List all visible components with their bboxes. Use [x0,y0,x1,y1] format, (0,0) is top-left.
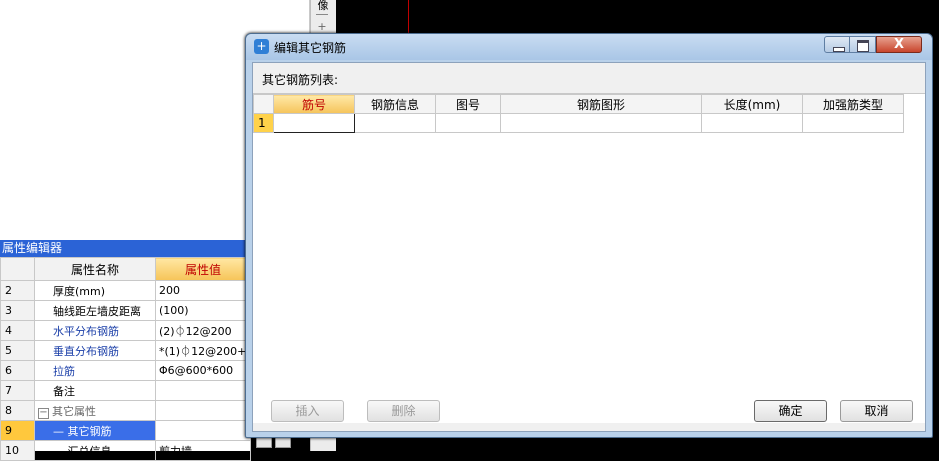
header-corner [0,257,35,281]
side-divider [316,14,328,15]
minimize-button[interactable] [824,36,850,53]
column-header-rebar-shape[interactable]: 钢筋图形 [500,94,702,114]
ok-button[interactable]: 确定 [754,400,827,422]
column-header-bar-number[interactable]: 筋号 [273,94,355,114]
table-row[interactable]: 4 水平分布钢筋 (2)⏀12@200 [0,320,251,341]
cancel-button[interactable]: 取消 [840,400,913,422]
minimize-icon [833,47,845,52]
property-name[interactable]: 轴线距左墙皮距离 [34,300,156,321]
column-header-name[interactable]: 属性名称 [34,257,156,281]
column-header-rebar-info[interactable]: 钢筋信息 [354,94,436,114]
cell-rebar-info[interactable] [354,113,436,133]
property-name[interactable]: 拉筋 [34,360,156,381]
move-handle-icon[interactable]: + [314,20,330,33]
row-number: 1 [253,113,274,133]
row-number: 8 [0,400,35,421]
property-value[interactable]: *(1)⏀12@200+( [155,340,251,361]
dialog-title: 编辑其它钢筋 [274,41,347,55]
edit-other-rebar-dialog: + 编辑其它钢筋 X 其它钢筋列表: 筋号 钢筋信息 图号 钢筋图形 长度(mm… [245,33,933,438]
property-grid[interactable]: 属性名称 属性值 2 厚度(mm) 200 3 轴线距左墙皮距离 (100) 4… [0,257,251,461]
tree-line-icon: — [53,424,68,438]
property-value[interactable] [155,380,251,401]
table-row[interactable]: 6 拉筋 Φ6@600*600 [0,360,251,381]
cell-stiffener-type[interactable] [802,113,904,133]
close-icon: X [893,37,905,52]
group-label: 其它属性 [52,404,96,418]
list-label: 其它钢筋列表: [262,73,339,87]
property-name-text: 汇总信息 [67,444,112,458]
property-name[interactable]: − 其它属性 [34,400,156,421]
table-row[interactable]: 3 轴线距左墙皮距离 (100) [0,300,251,321]
cell-length[interactable] [701,113,803,133]
tree-line-icon: — [53,444,68,458]
column-header-stiffener-type[interactable]: 加强筋类型 [802,94,904,114]
property-value[interactable]: Φ6@600*600 [155,360,251,381]
header-corner [253,94,274,114]
insert-button[interactable]: 插入 [271,400,344,422]
property-value[interactable] [155,420,251,441]
table-row-selected[interactable]: 9 — 其它钢筋 [0,420,251,441]
table-row[interactable]: 5 垂直分布钢筋 *(1)⏀12@200+( [0,340,251,361]
row-number: 4 [0,320,35,341]
row-number: 9 [0,420,35,441]
cell-rebar-shape[interactable] [500,113,702,133]
dialog-body: 其它钢筋列表: 筋号 钢筋信息 图号 钢筋图形 长度(mm) 加强筋类型 1 插… [252,62,926,432]
property-name-text: 其它钢筋 [67,424,112,438]
property-editor-title: 属性编辑器 [0,240,250,257]
maximize-button[interactable] [850,36,876,53]
property-name[interactable]: — 其它钢筋 [34,420,156,441]
table-row[interactable]: 8 − 其它属性 [0,400,251,421]
table-row[interactable]: 7 备注 [0,380,251,401]
table-row[interactable]: 2 厚度(mm) 200 [0,280,251,301]
property-name[interactable]: 备注 [34,380,156,401]
dialog-titlebar[interactable]: + 编辑其它钢筋 X [246,34,932,60]
app-icon: + [254,39,269,54]
axis-line [408,0,409,34]
cell-figure-number[interactable] [435,113,501,133]
table-row[interactable]: 1 [253,113,904,133]
column-header-figure-number[interactable]: 图号 [435,94,501,114]
row-number: 7 [0,380,35,401]
row-number: 6 [0,360,35,381]
row-number: 3 [0,300,35,321]
row-number: 5 [0,340,35,361]
rebar-list-grid[interactable]: 筋号 钢筋信息 图号 钢筋图形 长度(mm) 加强筋类型 1 [253,93,925,423]
property-name[interactable]: 垂直分布钢筋 [34,340,156,361]
delete-button[interactable]: 删除 [367,400,440,422]
property-value[interactable]: (2)⏀12@200 [155,320,251,341]
side-tab-label[interactable]: 像 [311,0,335,13]
property-value[interactable]: 200 [155,280,251,301]
column-header-value[interactable]: 属性值 [155,257,251,281]
property-name[interactable]: 水平分布钢筋 [34,320,156,341]
cell-bar-number[interactable] [273,113,355,133]
close-button[interactable]: X [876,36,922,53]
property-value[interactable]: (100) [155,300,251,321]
column-header-length[interactable]: 长度(mm) [701,94,803,114]
maximize-icon [857,40,869,52]
collapse-toggle-icon[interactable]: − [38,407,49,419]
property-value[interactable] [155,400,251,421]
property-name[interactable]: 厚度(mm) [34,280,156,301]
row-number: 2 [0,280,35,301]
